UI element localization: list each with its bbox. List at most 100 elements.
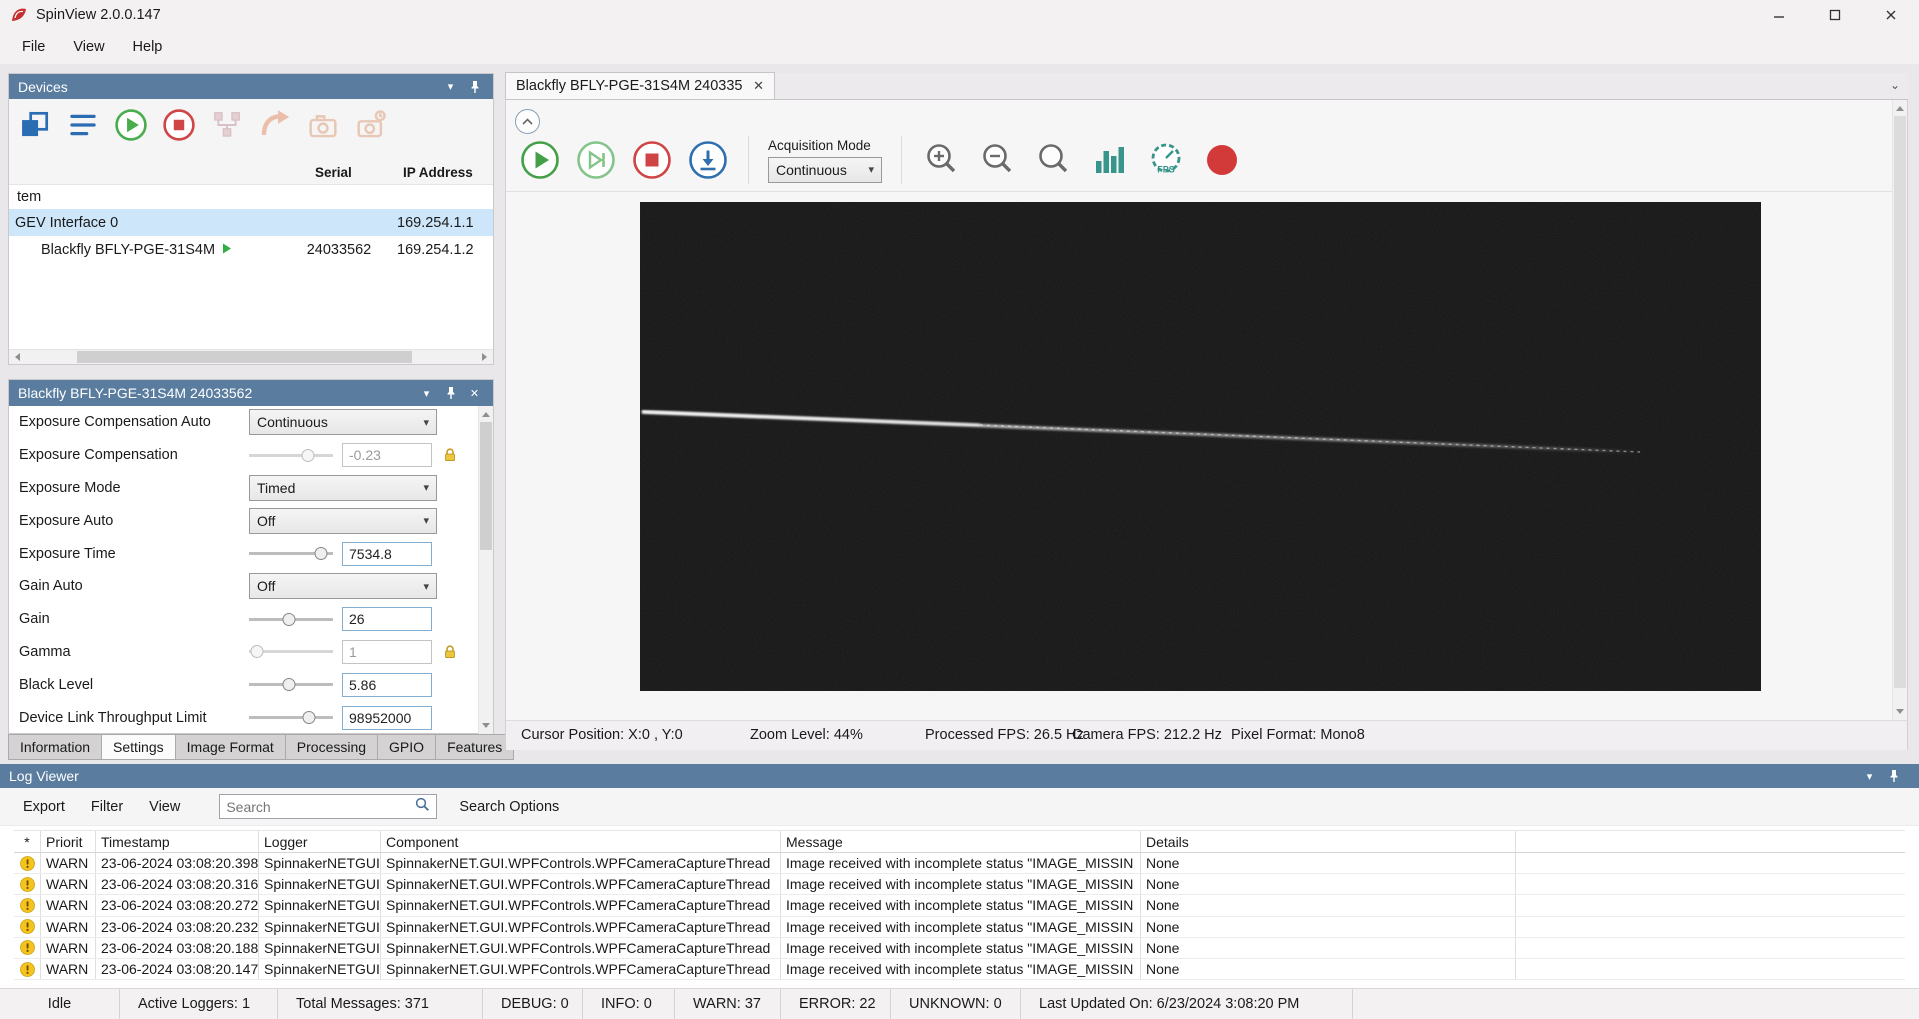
scroll-left-icon[interactable]	[9, 350, 25, 364]
scrollbar-thumb[interactable]	[480, 422, 492, 550]
close-panel-icon[interactable]: ✕	[465, 385, 484, 402]
camera-settings-panel: Blackfly BFLY-PGE-31S4M 24033562 ▾ ✕ Exp…	[8, 379, 494, 734]
menu-file[interactable]: File	[8, 30, 59, 64]
log-search-box[interactable]	[219, 794, 437, 819]
tab-processing[interactable]: Processing	[285, 734, 377, 760]
col-icon[interactable]: *	[14, 831, 41, 852]
tab-list-chevron-icon[interactable]: ⌄	[1890, 78, 1900, 92]
zoom-out-button[interactable]	[977, 139, 1019, 181]
tab-settings[interactable]: Settings	[101, 734, 175, 760]
exposure-time-input[interactable]	[342, 542, 432, 566]
tab-gpio[interactable]: GPIO	[377, 734, 435, 760]
setting-row: Black Level	[9, 668, 478, 701]
device-row-blackfly[interactable]: Blackfly BFLY-PGE-31S4M 24033562 169.254…	[9, 236, 493, 263]
col-logger[interactable]: Logger	[259, 831, 381, 852]
zoom-in-button[interactable]	[921, 139, 963, 181]
menu-view[interactable]: View	[59, 30, 118, 64]
pin-icon[interactable]	[1884, 768, 1903, 785]
close-window-icon[interactable]	[1863, 0, 1919, 30]
search-options-button[interactable]: Search Options	[459, 799, 559, 815]
log-menu-filter[interactable]: Filter	[78, 799, 136, 815]
scroll-down-icon[interactable]	[479, 719, 493, 734]
scroll-up-icon[interactable]	[1893, 100, 1907, 115]
fps-gauge-button[interactable]: FPS	[1145, 139, 1187, 181]
device-row-gev-interface[interactable]: GEV Interface 0 169.254.1.1	[9, 209, 493, 236]
setting-row: Gain Auto Off ▾	[9, 570, 478, 603]
log-row[interactable]: WARN 23-06-2024 03:08:20.188 SpinnakerNE…	[14, 938, 1905, 959]
log-row[interactable]: WARN 23-06-2024 03:08:20.398 SpinnakerNE…	[14, 853, 1905, 874]
log-menu-view[interactable]: View	[136, 799, 193, 815]
panel-menu-chevron-icon[interactable]: ▾	[441, 78, 460, 95]
record-button[interactable]	[1201, 139, 1243, 181]
exposure-compensation-auto-dropdown[interactable]: Continuous ▾	[249, 409, 437, 435]
zoom-reset-button[interactable]	[1033, 139, 1075, 181]
settings-body: Exposure Compensation Auto Continuous ▾ …	[9, 406, 493, 734]
gain-input[interactable]	[342, 607, 432, 631]
stop-acquisition-icon[interactable]	[159, 105, 199, 145]
start-acquisition-icon[interactable]	[111, 105, 151, 145]
pin-icon[interactable]	[465, 78, 484, 95]
exposure-time-slider[interactable]	[249, 546, 333, 561]
search-icon[interactable]	[415, 797, 430, 816]
exposure-compensation-input	[342, 443, 432, 467]
pixel-format: Pixel Format: Mono8	[1231, 727, 1365, 743]
black-level-input[interactable]	[342, 673, 432, 697]
scrollbar-thumb[interactable]	[77, 351, 412, 363]
col-timestamp[interactable]: Timestamp	[96, 831, 259, 852]
settings-vertical-scrollbar[interactable]	[478, 406, 493, 734]
col-priority[interactable]: Priorit	[41, 831, 96, 852]
col-component[interactable]: Component	[381, 831, 781, 852]
scroll-up-icon[interactable]	[479, 406, 493, 421]
stop-button[interactable]	[631, 139, 673, 181]
tab-features[interactable]: Features	[435, 734, 514, 760]
play-single-frame-button[interactable]	[575, 139, 617, 181]
menu-help[interactable]: Help	[119, 30, 177, 64]
panel-menu-chevron-icon[interactable]: ▾	[417, 385, 436, 402]
log-row[interactable]: WARN 23-06-2024 03:08:20.232 SpinnakerNE…	[14, 917, 1905, 938]
viewer-vertical-scrollbar[interactable]	[1892, 100, 1907, 720]
devices-horizontal-scrollbar[interactable]	[9, 349, 493, 364]
device-link-throughput-slider[interactable]	[249, 710, 333, 725]
collapse-toolbar-icon[interactable]	[515, 109, 540, 134]
log-row[interactable]: WARN 23-06-2024 03:08:20.147 SpinnakerNE…	[14, 959, 1905, 980]
scroll-down-icon[interactable]	[1893, 705, 1907, 720]
log-menu-export[interactable]: Export	[10, 799, 78, 815]
processed-fps: Processed FPS: 26.5 Hz	[925, 727, 1084, 743]
col-message[interactable]: Message	[781, 831, 1141, 852]
image-viewer: Blackfly BFLY-PGE-31S4M 24033562 ✕ ⌄	[505, 73, 1908, 750]
device-list-icon[interactable]	[63, 105, 103, 145]
refresh-devices-icon[interactable]	[15, 105, 55, 145]
maximize-icon[interactable]	[1807, 0, 1863, 30]
viewer-tab-bar: Blackfly BFLY-PGE-31S4M 24033562 ✕ ⌄	[505, 73, 1908, 100]
play-button[interactable]	[519, 139, 561, 181]
setting-row: Exposure Auto Off ▾	[9, 504, 478, 537]
device-name: Blackfly BFLY-PGE-31S4M	[41, 242, 215, 258]
camera-image[interactable]	[640, 202, 1761, 691]
histogram-button[interactable]	[1089, 139, 1131, 181]
search-input[interactable]	[226, 799, 415, 815]
device-link-throughput-input[interactable]	[342, 706, 432, 730]
status-total-messages: Total Messages: 371	[278, 989, 483, 1019]
log-row[interactable]: WARN 23-06-2024 03:08:20.316 SpinnakerNE…	[14, 874, 1905, 895]
viewer-tab[interactable]: Blackfly BFLY-PGE-31S4M 24033562 ✕	[505, 72, 775, 99]
tab-information[interactable]: Information	[8, 734, 101, 760]
close-tab-icon[interactable]: ✕	[753, 78, 764, 94]
black-level-slider[interactable]	[249, 677, 333, 692]
panel-menu-chevron-icon[interactable]: ▾	[1860, 768, 1879, 785]
device-ip: 169.254.1.2	[387, 242, 493, 258]
exposure-mode-dropdown[interactable]: Timed ▾	[249, 475, 437, 501]
gain-slider[interactable]	[249, 612, 333, 627]
minimize-icon[interactable]	[1751, 0, 1807, 30]
exposure-compensation-slider	[249, 448, 333, 463]
gain-auto-dropdown[interactable]: Off ▾	[249, 573, 437, 599]
log-row[interactable]: WARN 23-06-2024 03:08:20.272 SpinnakerNE…	[14, 895, 1905, 916]
tab-image-format[interactable]: Image Format	[175, 734, 285, 760]
exposure-auto-dropdown[interactable]: Off ▾	[249, 508, 437, 534]
col-details[interactable]: Details	[1141, 831, 1516, 852]
save-image-button[interactable]	[687, 139, 729, 181]
acquisition-mode-dropdown[interactable]: Continuous ▾	[768, 157, 882, 183]
pin-icon[interactable]	[441, 385, 460, 402]
scrollbar-thumb[interactable]	[1894, 116, 1906, 688]
devices-column-ip: IP Address	[403, 165, 473, 180]
scroll-right-icon[interactable]	[477, 350, 493, 364]
